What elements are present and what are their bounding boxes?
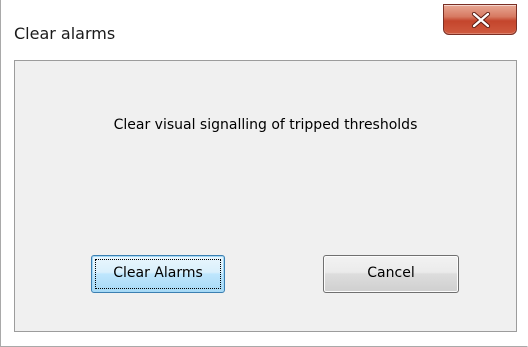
title-bar[interactable]: Clear alarms	[1, 0, 528, 60]
close-icon	[471, 12, 491, 28]
dialog-message: Clear visual signalling of tripped thres…	[113, 117, 418, 133]
close-button[interactable]	[443, 4, 517, 35]
dialog-window: Clear alarms Clear visual signalling of …	[0, 0, 528, 347]
clear-alarms-button[interactable]: Clear Alarms	[91, 255, 225, 293]
dialog-body: Clear visual signalling of tripped thres…	[14, 60, 517, 332]
cancel-label: Cancel	[367, 265, 415, 281]
clear-alarms-label: Clear Alarms	[113, 265, 203, 281]
window-title: Clear alarms	[14, 24, 116, 43]
cancel-button[interactable]: Cancel	[323, 255, 459, 293]
